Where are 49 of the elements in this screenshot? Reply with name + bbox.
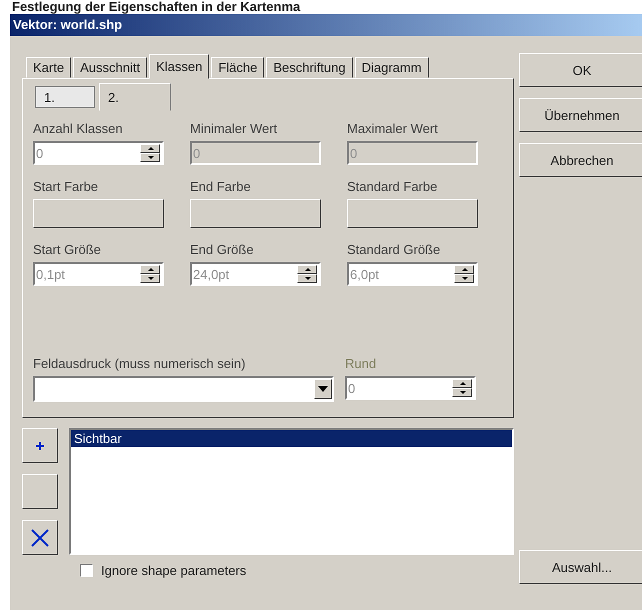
checkbox-label: Ignore shape parameters	[101, 563, 246, 578]
field-label: Standard Farbe	[347, 179, 438, 194]
subtab[interactable]: 1.	[35, 86, 95, 108]
field-label: Start Farbe	[33, 179, 98, 194]
field-value: 0	[192, 146, 200, 160]
tab[interactable]: Karte	[26, 57, 72, 78]
window-title: Vektor: world.shp	[10, 14, 642, 36]
list-item[interactable]: Sichtbar	[71, 430, 512, 447]
spin-arrows-icon[interactable]	[140, 265, 160, 283]
field-value: 0	[35, 146, 44, 160]
tab[interactable]: Beschriftung	[266, 57, 353, 78]
dialog-button[interactable]: Abbrechen	[519, 143, 642, 177]
tab[interactable]: Ausschnitt	[73, 57, 148, 78]
spin-arrows-icon[interactable]	[140, 144, 160, 162]
color-button[interactable]	[347, 199, 478, 228]
field-value: 0	[347, 380, 356, 396]
field-label: Rund	[345, 356, 376, 371]
field-label: End Farbe	[190, 179, 251, 194]
add-button[interactable]	[22, 428, 58, 463]
checkbox[interactable]	[80, 564, 93, 577]
delete-button[interactable]	[22, 520, 58, 555]
plus-icon	[35, 440, 45, 450]
field-value: 24,0pt	[192, 266, 230, 282]
dialog-button[interactable]: OK	[519, 53, 642, 87]
spin-arrows-icon[interactable]	[452, 379, 472, 397]
field-label: Minimaler Wert	[190, 121, 278, 136]
tab[interactable]: Klassen	[149, 54, 210, 79]
blank-button[interactable]	[22, 474, 58, 509]
spin-arrows-icon[interactable]	[297, 265, 317, 283]
field-label: Maximaler Wert	[347, 121, 438, 136]
cross-icon	[30, 528, 50, 548]
expression-dropdown[interactable]	[33, 376, 334, 402]
field-value: 0	[349, 146, 358, 160]
field-label: Feldausdruck (muss numerisch sein)	[33, 356, 246, 371]
tab[interactable]: Diagramm	[354, 57, 429, 78]
field-label: Anzahl Klassen	[33, 121, 123, 136]
dialog-button[interactable]: Übernehmen	[519, 98, 642, 132]
select-button[interactable]: Auswahl...	[519, 550, 642, 584]
field-label: End Größe	[190, 242, 254, 257]
tab[interactable]: Fläche	[211, 57, 264, 78]
spin-arrows-icon[interactable]	[454, 265, 474, 283]
field-label: Start Größe	[33, 242, 101, 257]
field-value: 0,1pt	[35, 266, 65, 282]
field-label: Standard Größe	[347, 242, 440, 257]
page-heading: Festlegung der Eigenschaften in der Kartenma	[11, 0, 302, 14]
subtab[interactable]: 2.	[99, 83, 171, 111]
color-button[interactable]	[190, 199, 321, 228]
field-value: 6,0pt	[349, 266, 379, 282]
color-button[interactable]	[33, 199, 164, 228]
